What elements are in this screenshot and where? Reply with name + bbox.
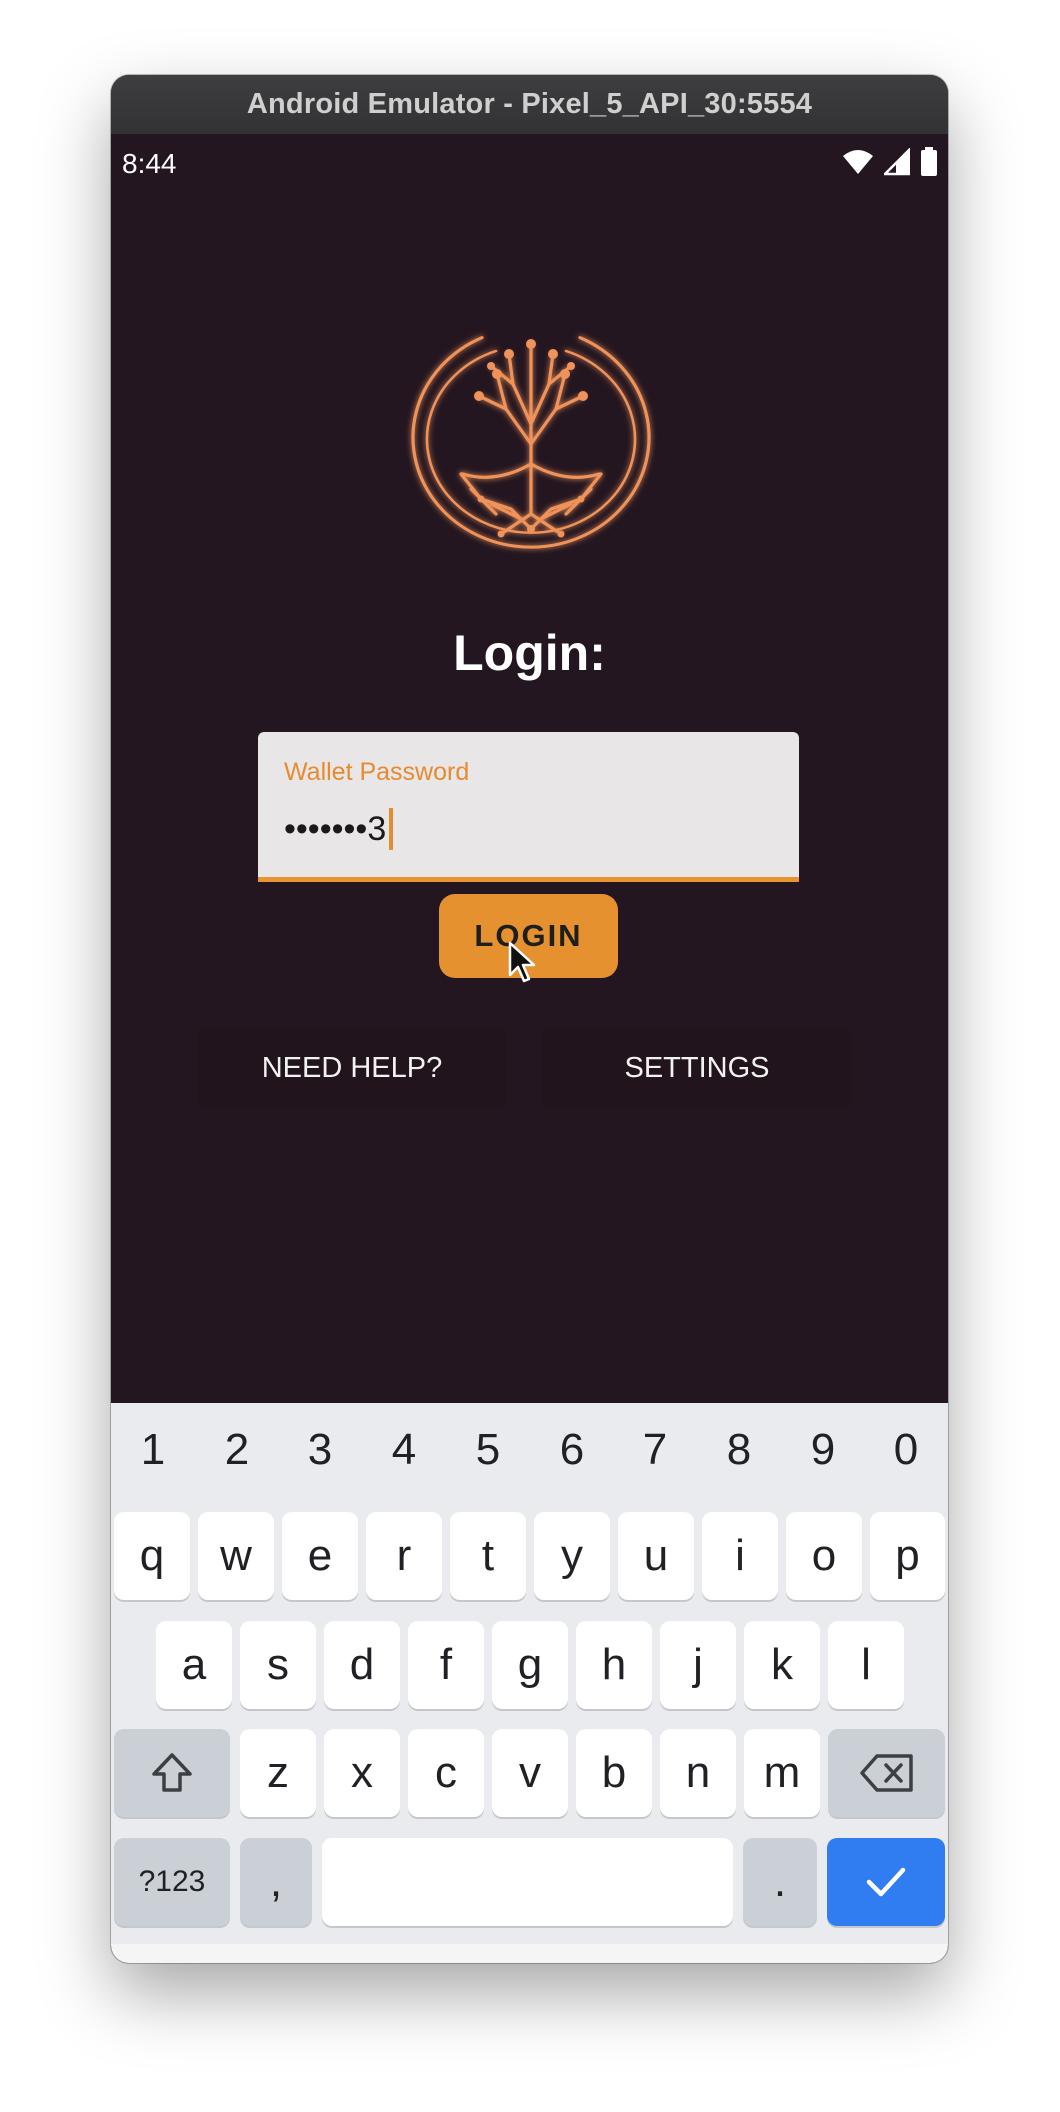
comma-key[interactable]: , [240,1838,312,1926]
key-s[interactable]: s [240,1621,316,1709]
key-n[interactable]: n [660,1729,736,1817]
system-navigation-bar [111,1944,948,1963]
key-g[interactable]: g [492,1621,568,1709]
status-bar: 8:44 [111,134,948,190]
mouse-pointer-icon [508,941,536,983]
backspace-icon [859,1754,913,1792]
key-c[interactable]: c [408,1729,484,1817]
key-1[interactable]: 1 [111,1425,195,1475]
wallet-password-value-row[interactable]: •••••••3 [284,808,394,850]
key-p[interactable]: p [870,1512,945,1600]
key-d[interactable]: d [324,1621,400,1709]
key-b[interactable]: b [576,1729,652,1817]
checkmark-icon [866,1867,906,1897]
period-key[interactable]: . [743,1838,817,1926]
window-title: Android Emulator - Pixel_5_API_30:5554 [246,88,813,120]
key-7[interactable]: 7 [613,1425,697,1475]
shift-icon [152,1753,192,1792]
wallet-password-value[interactable]: •••••••3 [284,810,386,849]
shift-key[interactable] [114,1729,230,1817]
key-e[interactable]: e [282,1512,358,1600]
key-m[interactable]: m [744,1729,820,1817]
key-f[interactable]: f [408,1621,484,1709]
enter-key[interactable] [827,1838,945,1926]
key-y[interactable]: y [534,1512,610,1600]
key-i[interactable]: i [702,1512,778,1600]
battery-icon [921,147,937,176]
key-u[interactable]: u [618,1512,694,1600]
login-title: Login: [453,625,606,681]
key-8[interactable]: 8 [697,1425,781,1475]
backspace-key[interactable] [828,1729,945,1817]
key-l[interactable]: l [828,1621,904,1709]
key-a[interactable]: a [156,1621,232,1709]
cell-signal-icon [884,148,910,176]
key-o[interactable]: o [786,1512,862,1600]
key-v[interactable]: v [492,1729,568,1817]
need-help-button[interactable]: NEED HELP? [197,1028,507,1108]
symbols-key[interactable]: ?123 [114,1838,230,1926]
wallet-password-field[interactable]: Wallet Password •••••••3 [258,732,799,882]
text-caret [389,808,394,850]
key-r[interactable]: r [366,1512,442,1600]
emulator-window: Android Emulator - Pixel_5_API_30:5554 8… [111,75,948,1963]
key-2[interactable]: 2 [195,1425,279,1475]
key-z[interactable]: z [240,1729,316,1817]
status-icons [842,147,938,177]
key-x[interactable]: x [324,1729,400,1817]
status-time: 8:44 [122,148,177,179]
key-j[interactable]: j [660,1621,736,1709]
key-0[interactable]: 0 [864,1425,948,1475]
soft-keyboard: 1 2 3 4 5 6 7 8 9 0 q w e r t y u i o p [111,1403,948,1944]
wifi-icon [843,150,873,174]
key-h[interactable]: h [576,1621,652,1709]
key-4[interactable]: 4 [362,1425,446,1475]
key-w[interactable]: w [198,1512,274,1600]
wallet-password-label: Wallet Password [284,758,470,786]
key-3[interactable]: 3 [278,1425,362,1475]
key-q[interactable]: q [114,1512,190,1600]
key-5[interactable]: 5 [446,1425,530,1475]
key-t[interactable]: t [450,1512,526,1600]
key-k[interactable]: k [744,1621,820,1709]
tree-logo [411,336,651,549]
space-key[interactable] [322,1838,733,1926]
phone-screen: 8:44 Login: Wallet Password •••••••3 LOG… [111,134,948,1963]
number-row: 1 2 3 4 5 6 7 8 9 0 [111,1403,948,1503]
key-6[interactable]: 6 [530,1425,614,1475]
settings-button[interactable]: SETTINGS [542,1028,852,1108]
key-9[interactable]: 9 [781,1425,865,1475]
window-titlebar: Android Emulator - Pixel_5_API_30:5554 [111,75,948,135]
